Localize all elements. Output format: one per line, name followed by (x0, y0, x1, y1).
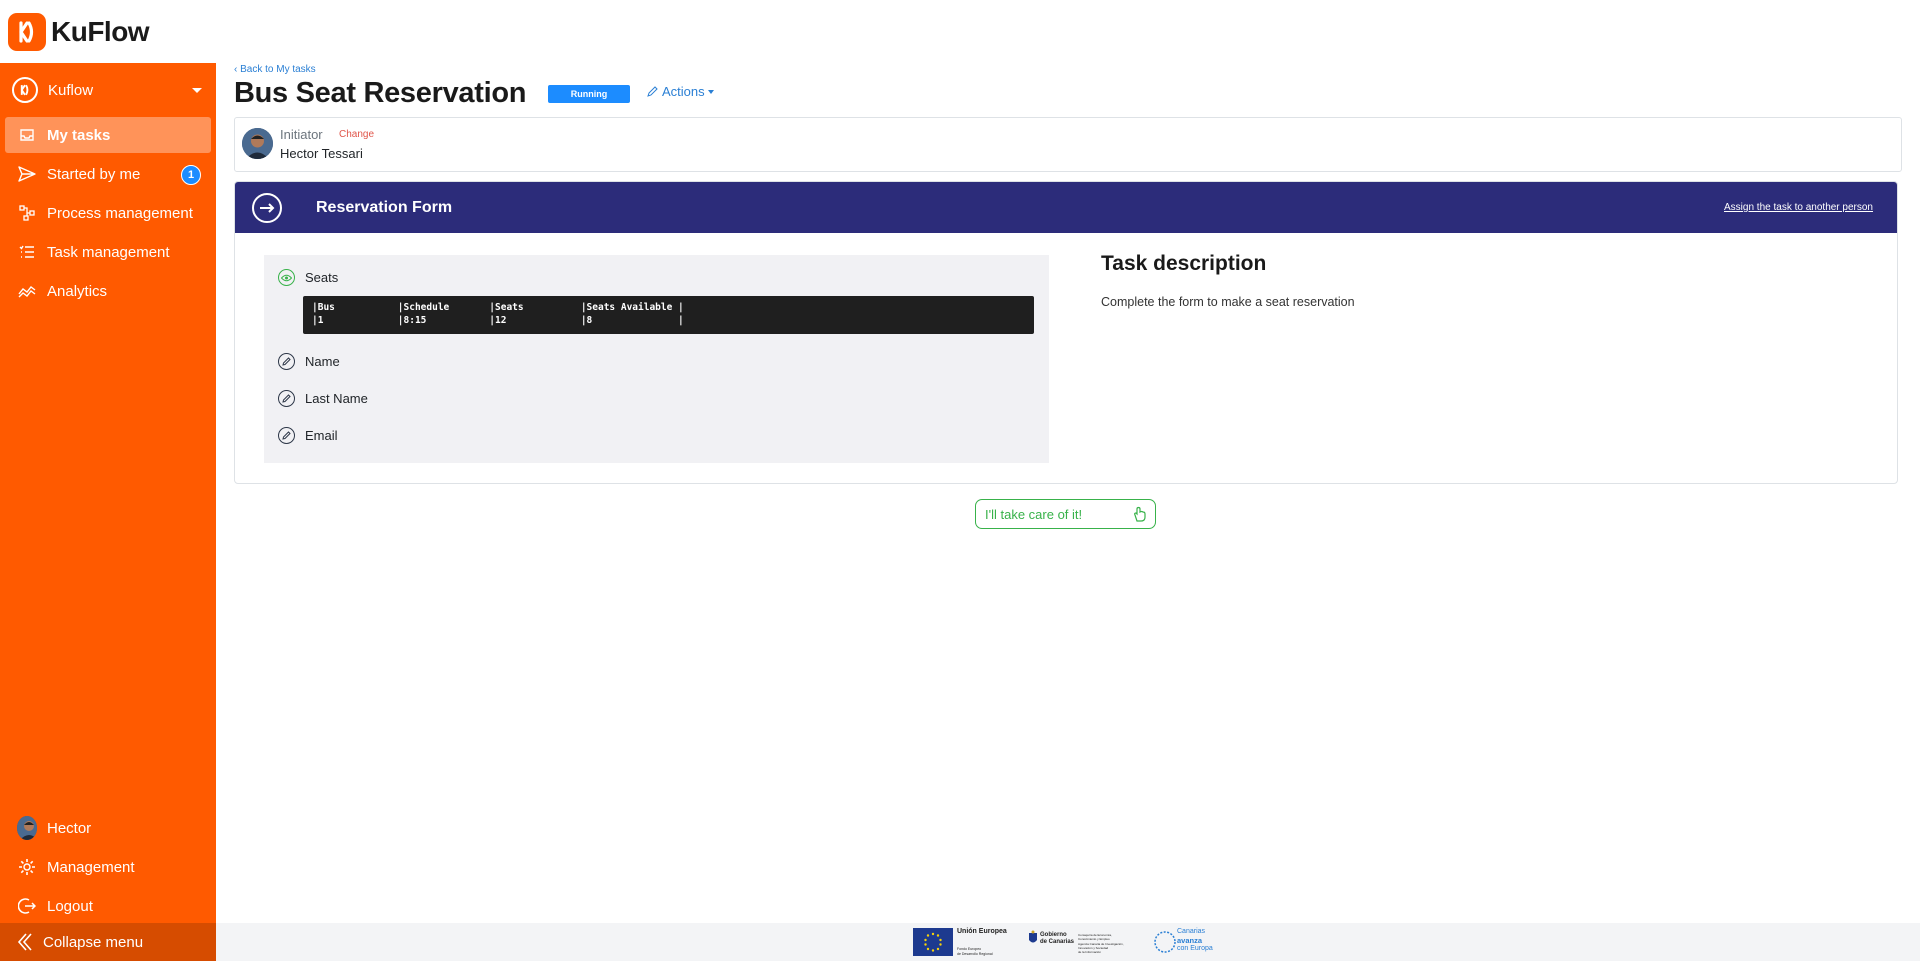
sidebar-item-label: Analytics (47, 282, 108, 300)
field-last-name[interactable]: Last Name (278, 390, 368, 407)
eye-icon (278, 269, 295, 286)
canarias-avanza-line3: con Europa (1177, 945, 1213, 952)
caret-down-icon (707, 89, 714, 94)
canarias-label: de Canarias (1040, 939, 1075, 945)
task-description-title: Task description (1101, 252, 1267, 275)
notification-badge: 1 (181, 165, 201, 185)
workspace-logo-icon (12, 77, 38, 103)
chevron-down-icon (192, 88, 202, 93)
hand-icon (1133, 506, 1147, 525)
back-link-label: Back to My tasks (240, 64, 316, 75)
collapse-menu-button[interactable]: Collapse menu (0, 923, 216, 961)
checklist-icon (17, 242, 37, 262)
field-name[interactable]: Name (278, 353, 340, 370)
eu-flag-logo (913, 928, 953, 956)
sidebar-item-label: My tasks (47, 126, 111, 144)
sidebar-item-task-management[interactable]: Task management (5, 234, 211, 270)
actions-dropdown[interactable]: Actions (647, 84, 714, 99)
sidebar-item-label: Logout (47, 897, 93, 915)
dept-line-2: Conocimiento y Empleo (1078, 937, 1110, 941)
sidebar-item-label: Hector (47, 819, 92, 837)
field-seats: Seats (278, 269, 338, 286)
assign-task-link[interactable]: Assign the task to another person (1724, 202, 1873, 213)
sidebar-item-label: Started by me (47, 165, 141, 183)
form-title: Reservation Form (316, 198, 453, 216)
field-label: Email (305, 428, 338, 443)
page-title: Bus Seat Reservation (234, 77, 527, 109)
take-care-button[interactable]: I'll take care of it! (975, 499, 1156, 529)
canarias-avanza-line2: avanza (1177, 936, 1203, 945)
send-icon (17, 164, 37, 184)
sidebar-item-my-tasks[interactable]: My tasks (5, 117, 211, 153)
form-fields-panel: Seats |Bus |Schedule |Seats |Seats Avail… (264, 255, 1049, 463)
edit-icon (278, 427, 295, 444)
back-link[interactable]: ‹ Back to My tasks (234, 64, 316, 75)
status-badge: Running (548, 85, 630, 103)
kuflow-logo-icon[interactable] (8, 12, 46, 51)
chevron-left-double-icon (17, 933, 33, 951)
code-line: |Bus |Schedule |Seats |Seats Available | (312, 302, 684, 313)
sidebar-item-user[interactable]: Hector (5, 810, 211, 846)
seats-table-code-block: |Bus |Schedule |Seats |Seats Available |… (303, 296, 1034, 334)
arrow-right-circle-icon (252, 192, 282, 223)
sidebar: Kuflow My tasks Started by me 1 Process … (0, 63, 216, 961)
sidebar-item-label: Task management (47, 243, 170, 261)
field-email[interactable]: Email (278, 427, 338, 444)
initiator-panel: Initiator Change Hector Tessari (234, 117, 1902, 172)
eu-label: Unión Europea (957, 928, 1007, 935)
inbox-icon (17, 125, 37, 145)
sidebar-bottom: Hector Management Logout (0, 810, 216, 927)
brand-name: KuFlow (51, 15, 150, 47)
edit-icon (278, 390, 295, 407)
user-avatar (17, 816, 37, 840)
sidebar-item-label: Process management (47, 204, 193, 222)
dept-line-5: de la Información (1078, 950, 1102, 954)
sidebar-item-label: Management (47, 858, 135, 876)
workspace-name: Kuflow (48, 81, 94, 99)
canarias-europa-logo-icon (1153, 930, 1177, 959)
sidebar-item-logout[interactable]: Logout (5, 888, 211, 924)
change-initiator-link[interactable]: Change (339, 129, 374, 140)
eu-sub1: Fondo Europeo (957, 947, 982, 951)
field-label: Last Name (305, 391, 368, 406)
field-label: Seats (305, 270, 339, 285)
main-content: ‹ Back to My tasks Bus Seat Reservation … (216, 63, 1920, 923)
sidebar-item-analytics[interactable]: Analytics (5, 273, 211, 309)
canarias-avanza-line1: Canarias (1177, 928, 1206, 935)
flow-icon (17, 203, 37, 223)
initiator-label: Initiator (280, 127, 323, 142)
sidebar-item-process-management[interactable]: Process management (5, 195, 211, 231)
canarias-coat-of-arms-icon (1028, 930, 1038, 951)
edit-icon (278, 353, 295, 370)
form-header: Reservation Form Assign the task to anot… (235, 182, 1897, 233)
chart-icon (17, 281, 37, 301)
reservation-form-card: Reservation Form Assign the task to anot… (234, 181, 1898, 484)
logout-icon (17, 896, 37, 916)
actions-label: Actions (662, 84, 705, 99)
eu-sub2: de Desarrollo Regional (957, 952, 993, 956)
collapse-menu-label: Collapse menu (43, 933, 144, 951)
take-care-label: I'll take care of it! (985, 506, 1083, 522)
pencil-icon (647, 86, 658, 97)
task-description-text: Complete the form to make a seat reserva… (1101, 295, 1355, 309)
sidebar-item-management[interactable]: Management (5, 849, 211, 885)
gear-icon (17, 857, 37, 877)
footer: Unión Europea Fondo Europeo de Desarroll… (216, 923, 1920, 961)
sidebar-item-started-by-me[interactable]: Started by me 1 (5, 156, 211, 192)
gobierno-label: Gobierno (1040, 932, 1067, 938)
field-label: Name (305, 354, 340, 369)
code-line: |1 |8:15 |12 |8 | (312, 315, 684, 326)
workspace-selector[interactable]: Kuflow (0, 63, 216, 117)
top-bar: KuFlow (0, 0, 1920, 63)
initiator-name: Hector Tessari (280, 146, 363, 161)
initiator-avatar (242, 128, 273, 159)
